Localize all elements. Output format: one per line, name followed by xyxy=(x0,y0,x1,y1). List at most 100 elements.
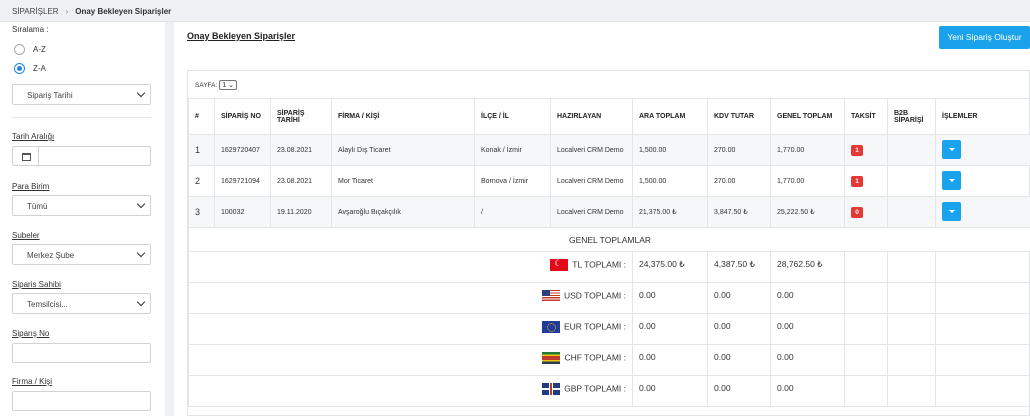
page-select[interactable]: 1 ⌄ xyxy=(219,80,237,90)
actions-dropdown-button[interactable] xyxy=(942,139,961,159)
vat-cell: 270.00 xyxy=(707,165,771,197)
col-header[interactable]: SİPARİŞ TARİHİ xyxy=(270,98,332,135)
uk-flag-icon xyxy=(542,383,561,395)
sort-za-label: Z-A xyxy=(33,64,46,73)
actions-dropdown-button[interactable] xyxy=(942,201,961,221)
city-cell: Bornova / İzmir xyxy=(474,165,551,197)
order-no-cell: 1629720407 xyxy=(214,134,271,166)
totals-row-gbp: GBP TOPLAMI : 0.00 0.00 0.00 xyxy=(188,375,1030,407)
col-header[interactable]: GENEL TOPLAM xyxy=(770,98,845,135)
owner-select[interactable]: Temsilcisi... xyxy=(12,293,151,314)
tl-total-label: TL TOPLAMI : xyxy=(572,259,626,270)
chf-grand-total: 0.00 xyxy=(770,344,845,376)
col-header: B2B SİPARİŞİ xyxy=(887,98,936,135)
eur-vat: 0.00 xyxy=(707,313,771,345)
company-cell: Alaylı Dış Ticaret xyxy=(331,134,475,166)
new-order-button[interactable]: Yeni Sipariş Oluştur xyxy=(939,26,1030,49)
col-header: TAKSİT xyxy=(844,98,888,135)
tl-grand-total: 28,762.50 ₺ xyxy=(770,251,845,283)
main-content: Onay Bekleyen Siparişler Yeni Sipariş Ol… xyxy=(174,22,1030,416)
installment-badge: 0 xyxy=(851,206,863,218)
usa-flag-icon xyxy=(541,290,560,302)
total-cell: 25,222.50 ₺ xyxy=(770,196,845,228)
date-range-input[interactable] xyxy=(12,146,151,167)
chf-flag-icon xyxy=(542,352,561,364)
chf-vat: 0.00 xyxy=(707,344,771,376)
sort-field-value: Sipariş Tarihi xyxy=(27,91,73,100)
owner-value: Temsilcisi... xyxy=(27,300,68,309)
branch-select[interactable]: Merkez Şube xyxy=(12,244,151,265)
totals-row-eur: EUR TOPLAMI : 0.00 0.00 0.00 xyxy=(188,313,1030,345)
actions-dropdown-button[interactable] xyxy=(942,170,961,190)
breadcrumb-root[interactable]: SİPARİŞLER xyxy=(12,7,59,16)
chevron-down-icon xyxy=(136,199,146,209)
col-header[interactable]: HAZIRLAYAN xyxy=(550,98,633,135)
chevron-down-icon xyxy=(136,248,146,258)
currency-value: Tümü xyxy=(27,202,48,211)
page-title: Onay Bekleyen Siparişler xyxy=(187,31,296,41)
orders-panel: SAYFA: 1 ⌄ # SİPARİŞ NO SİPARİŞ TARİHİ Fİ… xyxy=(187,70,1030,416)
installment-cell: 1 xyxy=(844,134,888,166)
table-row[interactable]: 2 1629721094 23.08.2021 Mor Ticaret Born… xyxy=(188,165,1030,197)
subtotal-cell: 21,375.00 ₺ xyxy=(632,196,708,228)
sidebar-scrollbar[interactable] xyxy=(165,22,174,416)
company-label: Firma / Kişi xyxy=(12,377,52,386)
eur-subtotal: 0.00 xyxy=(632,313,708,345)
branch-value: Merkez Şube xyxy=(27,251,75,260)
sort-az-radio[interactable] xyxy=(14,44,25,55)
currency-total-label: CHF TOPLAMI : xyxy=(188,344,633,376)
b2b-cell xyxy=(887,196,936,228)
pagination: SAYFA: 1 ⌄ xyxy=(195,80,237,90)
total-cell: 1,770.00 xyxy=(770,165,845,197)
eur-grand-total: 0.00 xyxy=(770,313,845,345)
chf-total-label: CHF TOPLAMI : xyxy=(564,352,626,363)
col-header[interactable]: KDV TUTAR xyxy=(707,98,771,135)
col-header[interactable]: ARA TOPLAM xyxy=(632,98,708,135)
top-bar: SİPARİŞLER › Onay Bekleyen Siparişler xyxy=(0,0,1030,22)
breadcrumb-separator: › xyxy=(65,7,69,16)
installment-badge: 1 xyxy=(851,175,863,187)
orders-table: # SİPARİŞ NO SİPARİŞ TARİHİ FİRMA / KİŞİ… xyxy=(188,98,1030,407)
preparer-cell: Localveri CRM Demo xyxy=(550,134,633,166)
breadcrumb-current: Onay Bekleyen Siparişler xyxy=(75,7,172,16)
actions-cell xyxy=(935,165,1030,197)
row-index: 3 xyxy=(188,196,215,228)
filter-sidebar: Sıralama : A-Z Z-A Sipariş Tarihi Tarih … xyxy=(0,22,165,416)
order-date-cell: 19.11.2020 xyxy=(270,196,332,228)
eur-total-label: EUR TOPLAMI : xyxy=(563,321,626,332)
subtotal-cell: 1,500.00 xyxy=(632,134,708,166)
table-row[interactable]: 3 100032 19.11.2020 Avşaroğlu Bıçakçılık… xyxy=(188,196,1030,228)
order-date-cell: 23.08.2021 xyxy=(270,165,332,197)
b2b-cell xyxy=(887,134,936,166)
gbp-total-label: GBP TOPLAMI : xyxy=(564,383,626,394)
installment-badge: 1 xyxy=(851,144,863,156)
chf-subtotal: 0.00 xyxy=(632,344,708,376)
sort-za-radio[interactable] xyxy=(14,63,25,74)
totals-row-chf: CHF TOPLAMI : 0.00 0.00 0.00 xyxy=(188,344,1030,376)
order-date-cell: 23.08.2021 xyxy=(270,134,332,166)
sort-az-label: A-Z xyxy=(33,45,46,54)
divider xyxy=(12,117,151,118)
usd-total-label: USD TOPLAMI : xyxy=(563,290,626,301)
installment-cell: 1 xyxy=(844,165,888,197)
usd-grand-total: 0.00 xyxy=(770,282,845,314)
order-no-input[interactable] xyxy=(12,343,151,363)
currency-label: Para Birim xyxy=(12,182,50,191)
sort-field-select[interactable]: Sipariş Tarihi xyxy=(12,84,151,105)
breadcrumb: SİPARİŞLER › Onay Bekleyen Siparişler xyxy=(12,7,171,16)
subtotal-cell: 1,500.00 xyxy=(632,165,708,197)
table-row[interactable]: 1 1629720407 23.08.2021 Alaylı Dış Ticar… xyxy=(188,134,1030,166)
currency-select[interactable]: Tümü xyxy=(12,195,151,216)
order-no-label: Siparış No xyxy=(12,329,50,338)
col-header[interactable]: SİPARİŞ NO xyxy=(214,98,271,135)
col-header[interactable]: İLÇE / İL xyxy=(474,98,551,135)
gbp-grand-total: 0.00 xyxy=(770,375,845,407)
table-header-row: # SİPARİŞ NO SİPARİŞ TARİHİ FİRMA / KİŞİ… xyxy=(188,98,1030,135)
totals-title-row: GENEL TOPLAMLAR xyxy=(188,227,1030,252)
order-no-cell: 1629721094 xyxy=(214,165,271,197)
company-input[interactable] xyxy=(12,391,151,411)
col-header[interactable]: FİRMA / KİŞİ xyxy=(331,98,475,135)
chevron-down-icon xyxy=(136,88,146,98)
sort-label: Sıralama : xyxy=(12,25,49,34)
col-header: İŞLEMLER xyxy=(935,98,1030,135)
